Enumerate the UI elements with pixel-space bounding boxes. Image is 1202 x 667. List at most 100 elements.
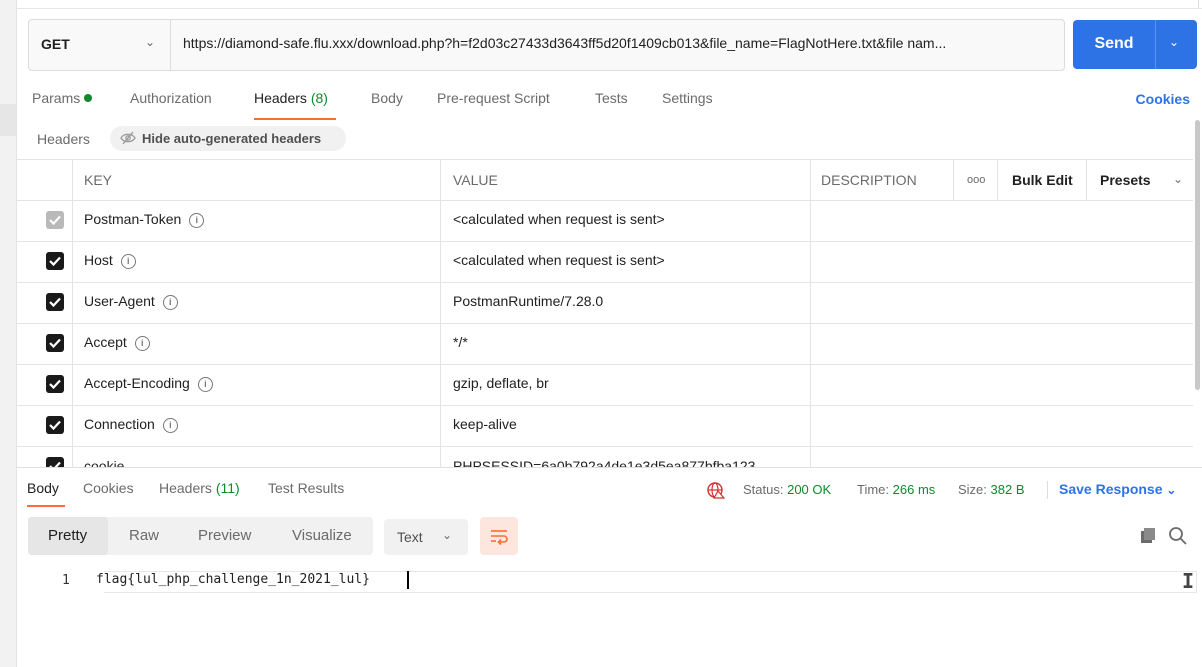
header-enabled-checkbox[interactable] <box>46 293 64 311</box>
info-icon[interactable]: i <box>162 418 178 433</box>
value-cell[interactable]: */* <box>440 323 810 364</box>
chevron-down-icon: ⌄ <box>145 35 156 49</box>
send-button[interactable]: Send ⌄ <box>1073 20 1197 69</box>
header-enabled-checkbox[interactable] <box>46 375 64 393</box>
copy-icon[interactable] <box>1138 526 1158 546</box>
description-cell[interactable] <box>810 446 1193 468</box>
response-status-bar: Status: 200 OK Time: 266 ms Size: 382 B … <box>700 481 1202 501</box>
response-active-tab-underline <box>27 505 65 507</box>
value-cell[interactable]: keep-alive <box>440 405 810 446</box>
presets-dropdown[interactable]: Presets ⌄ <box>1086 160 1193 200</box>
tab-response-headers[interactable]: Headers (11) <box>159 480 240 496</box>
url-input[interactable]: https://diamond-safe.flu.xxx/download.ph… <box>183 35 1053 51</box>
tab-body[interactable]: Body <box>371 90 403 106</box>
cookies-link[interactable]: Cookies <box>1136 91 1190 107</box>
headers-scrollbar[interactable] <box>1195 120 1200 390</box>
request-tabs: Params Authorization Headers (8) Body Pr… <box>32 90 1197 116</box>
key-cell[interactable]: Host i <box>72 241 440 282</box>
header-key: Connection i <box>84 416 178 433</box>
more-options-icon: ooo <box>967 174 986 186</box>
active-tab-underline <box>254 118 336 120</box>
header-enabled-checkbox[interactable] <box>46 334 64 352</box>
info-icon[interactable]: i <box>189 213 205 228</box>
value-header-label: VALUE <box>453 172 498 188</box>
description-cell[interactable] <box>810 323 1193 364</box>
wrap-lines-icon <box>491 530 508 546</box>
response-divider[interactable] <box>16 467 1202 468</box>
checkmark-icon <box>49 215 61 226</box>
key-cell[interactable]: cookie <box>72 446 440 468</box>
save-response-button[interactable]: Save Response ⌄ <box>1059 481 1176 497</box>
tab-response-body[interactable]: Body <box>27 480 59 496</box>
chevron-down-icon[interactable]: ⌄ <box>1169 35 1179 49</box>
status-label: Status: <box>743 482 784 497</box>
header-enabled-checkbox[interactable] <box>46 416 64 434</box>
tab-pre-request-script[interactable]: Pre-request Script <box>437 90 550 106</box>
table-row: User-Agent i PostmanRuntime/7.28.0 <box>16 282 1193 324</box>
hide-auto-generated-headers-toggle[interactable]: Hide auto-generated headers <box>110 126 346 151</box>
save-response-label: Save Response <box>1059 481 1163 497</box>
tab-test-results[interactable]: Test Results <box>268 480 344 496</box>
time-readout: Time: 266 ms <box>857 482 935 497</box>
info-icon[interactable]: i <box>197 377 213 392</box>
key-cell[interactable]: User-Agent i <box>72 282 440 323</box>
response-body-editor[interactable]: 1 flag{lul_php_challenge_1n_2021_lul} I <box>16 566 1202 596</box>
more-options-button[interactable]: ooo <box>953 160 997 200</box>
sidebar-notch <box>0 104 16 136</box>
value-cell[interactable]: gzip, deflate, br <box>440 364 810 405</box>
info-icon[interactable]: i <box>120 254 136 269</box>
format-pretty-button[interactable]: Pretty <box>48 527 87 544</box>
chevron-down-icon: ⌄ <box>1173 172 1184 186</box>
send-separator <box>1155 20 1156 69</box>
wrap-lines-button[interactable] <box>480 517 518 555</box>
size-value: 382 B <box>990 482 1025 497</box>
table-row: cookie PHPSESSID=6a0b792a4de1e3d5ea877bfb… <box>16 446 1193 468</box>
format-preview-button[interactable]: Preview <box>198 527 251 544</box>
checkmark-icon <box>49 297 61 308</box>
tab-headers[interactable]: Headers (8) <box>254 90 328 106</box>
tab-response-headers-count: (11) <box>215 480 240 496</box>
value-cell[interactable]: PostmanRuntime/7.28.0 <box>440 282 810 323</box>
description-cell[interactable] <box>810 405 1193 446</box>
key-cell[interactable]: Accept-Encoding i <box>72 364 440 405</box>
description-cell[interactable] <box>810 241 1193 282</box>
key-cell[interactable]: Postman-Token i <box>72 200 440 241</box>
value-cell[interactable]: PHPSESSID=6a0b792a4de1e3d5ea877bfba123..… <box>440 446 810 468</box>
tab-response-cookies[interactable]: Cookies <box>83 480 134 496</box>
method-select[interactable]: GET ⌄ <box>29 20 171 70</box>
value-cell[interactable]: <calculated when request is sent> <box>440 200 810 241</box>
bulk-edit-button[interactable]: Bulk Edit <box>997 160 1086 200</box>
format-visualize-button[interactable]: Visualize <box>292 527 352 544</box>
tab-authorization[interactable]: Authorization <box>130 90 212 106</box>
checkbox-cell <box>16 323 72 364</box>
description-cell[interactable] <box>810 282 1193 323</box>
value-cell[interactable]: <calculated when request is sent> <box>440 241 810 282</box>
table-row: Postman-Token i <calculated when request i… <box>16 200 1193 242</box>
header-enabled-checkbox[interactable] <box>46 252 64 270</box>
language-select[interactable]: Text ⌄ <box>384 519 468 555</box>
header-key: Host i <box>84 252 136 269</box>
tab-tests[interactable]: Tests <box>595 90 628 106</box>
search-icon[interactable] <box>1168 526 1188 546</box>
header-key-text: Postman-Token <box>84 211 182 227</box>
params-indicator-dot <box>84 94 93 102</box>
format-raw-button[interactable]: Raw <box>129 527 159 544</box>
time-label: Time: <box>857 482 890 497</box>
info-icon[interactable]: i <box>162 295 178 310</box>
key-cell[interactable]: Accept i <box>72 323 440 364</box>
checkmark-icon <box>49 256 61 267</box>
globe-warning-icon[interactable] <box>706 481 726 499</box>
tab-settings[interactable]: Settings <box>662 90 713 106</box>
header-key: Postman-Token i <box>84 211 205 228</box>
header-value: gzip, deflate, br <box>453 375 549 391</box>
info-icon[interactable]: i <box>134 336 150 351</box>
tab-params[interactable]: Params <box>32 90 93 106</box>
description-cell[interactable] <box>810 364 1193 405</box>
description-cell[interactable] <box>810 200 1193 241</box>
header-enabled-checkbox <box>46 211 64 229</box>
checkmark-icon <box>49 338 61 349</box>
response-body-text[interactable]: flag{lul_php_challenge_1n_2021_lul} <box>96 572 370 587</box>
line-number: 1 <box>62 573 70 588</box>
header-value: <calculated when request is sent> <box>453 211 665 227</box>
key-cell[interactable]: Connection i <box>72 405 440 446</box>
